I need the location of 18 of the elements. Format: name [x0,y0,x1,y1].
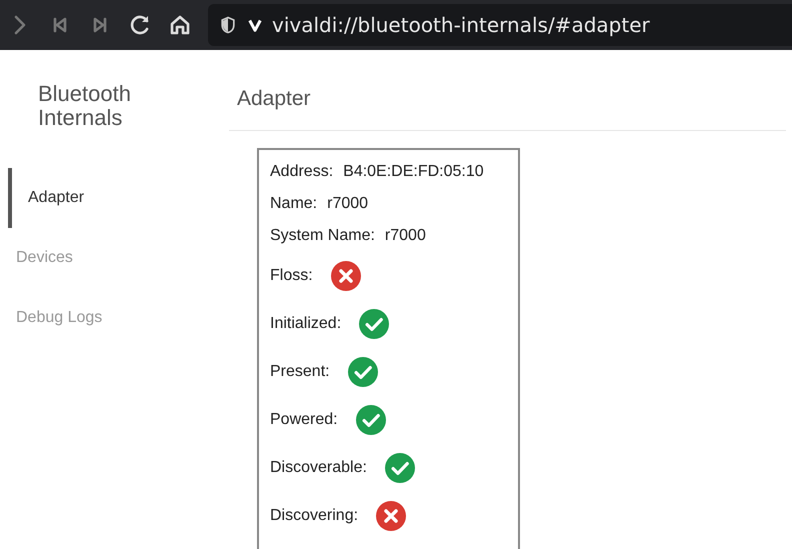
address-bar[interactable]: vivaldi://bluetooth-internals/#adapter [208,4,792,46]
url-text: vivaldi://bluetooth-internals/#adapter [272,13,650,37]
property-label: System Name: [270,227,375,245]
property-label: Name: [270,195,318,213]
page-heading: Adapter [229,50,786,131]
property-label: Initialized: [270,315,342,333]
property-label: Present: [270,363,330,381]
property-label: Discoverable: [270,459,367,477]
property-label: Powered: [270,411,338,429]
home-icon[interactable] [168,13,192,37]
property-label: Discovering: [270,507,358,525]
property-label: Floss: [270,267,313,285]
property-label: Address: [270,163,334,181]
nav-item[interactable]: Adapter [8,168,229,228]
property-value: B4:0E:DE:FD:05:10 [343,163,484,181]
property-value: r7000 [327,195,368,213]
app-title: Bluetooth Internals [38,82,132,130]
property-value: r7000 [384,227,426,245]
